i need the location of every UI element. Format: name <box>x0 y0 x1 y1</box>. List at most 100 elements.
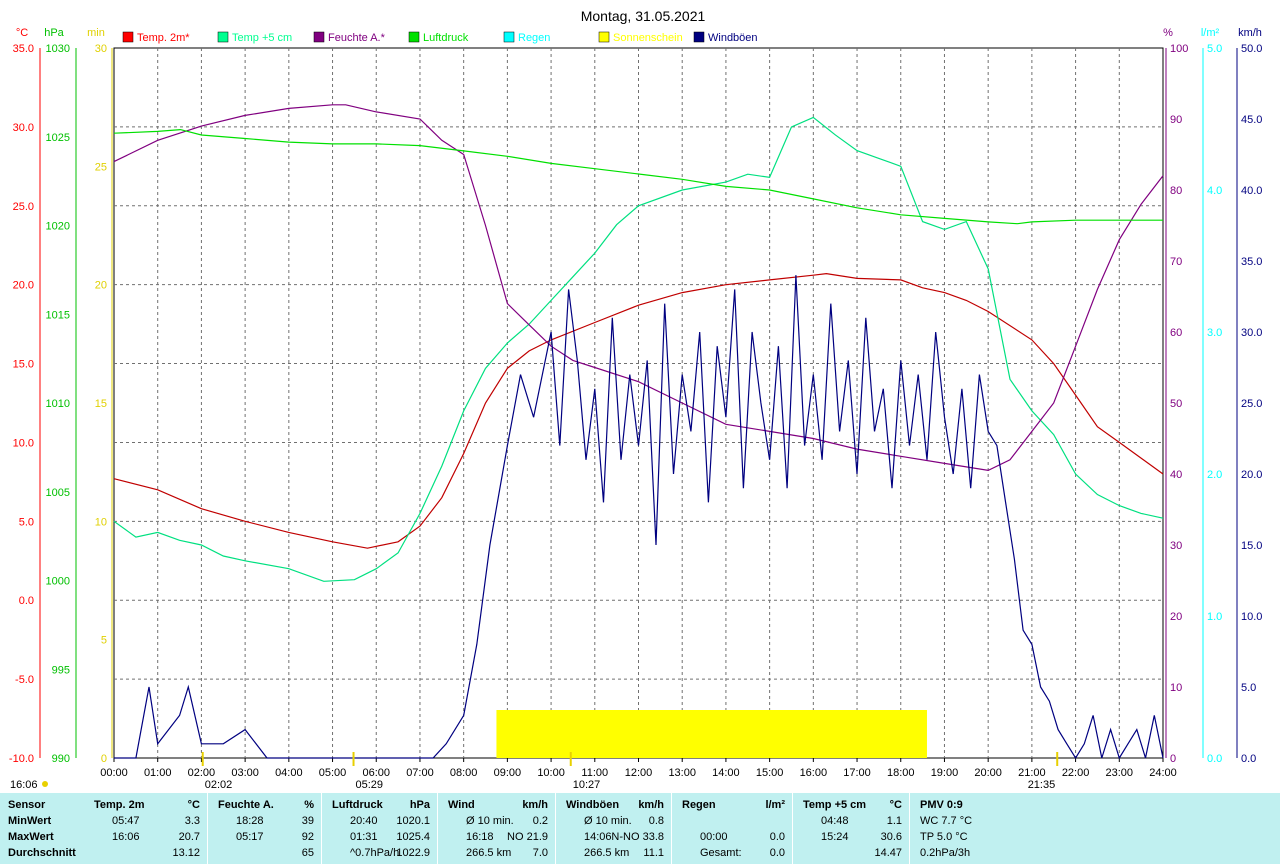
sunshine-tick-label: 15 <box>95 398 107 410</box>
humidity-tick-label: 100 <box>1170 43 1188 55</box>
stat-value: 65 <box>301 847 314 859</box>
stat-time: 00:00 <box>700 831 728 843</box>
pressure-tick-label: 1005 <box>46 487 70 499</box>
x-tick-label: 13:00 <box>668 767 696 779</box>
x-tick-label: 00:00 <box>100 767 128 779</box>
legend-label: Regen <box>518 32 550 44</box>
temp-tick-label: -10.0 <box>9 753 34 765</box>
stat-value: 13.12 <box>172 847 200 859</box>
legend-swatch <box>598 31 610 43</box>
stat-row: 13.12 <box>88 845 208 861</box>
pressure-tick-label: 1010 <box>46 398 70 410</box>
stat-time: 266.5 km <box>466 847 512 859</box>
humidity-tick-label: 30 <box>1170 540 1182 552</box>
temp-axis-unit: °C <box>16 27 28 39</box>
wind-tick-label: 20.0 <box>1241 469 1262 481</box>
rain-tick-label: 3.0 <box>1207 327 1222 339</box>
humidity-tick-label: 0 <box>1170 753 1176 765</box>
temp-tick-label: 0.0 <box>19 595 34 607</box>
temp-tick-label: -5.0 <box>15 674 34 686</box>
x-tick-label: 16:00 <box>800 767 828 779</box>
stat-unit: hPa <box>409 799 430 811</box>
stat-block: Temp. 2m °C 05:47 3.3 16:06 20.7 13.12 <box>88 793 208 864</box>
stat-value: 0.8 <box>648 815 664 827</box>
stat-time: Gesamt: <box>700 847 742 859</box>
x-tick-label: 17:00 <box>843 767 871 779</box>
sunshine-tick-label: 25 <box>95 161 107 173</box>
temp-tick-label: 20.0 <box>13 280 34 292</box>
stats-panel: Sensor MinWert MaxWert Durchschnitt Temp… <box>0 793 1280 864</box>
stat-row: ^0.7hPa/h 1022.9 <box>326 845 438 861</box>
humidity-tick-label: 70 <box>1170 256 1182 268</box>
stat-row: 00:00 0.0 <box>676 829 793 845</box>
sunshine-tick-label: 10 <box>95 516 107 528</box>
stat-row: 266.5 km 11.1 <box>560 845 672 861</box>
row-label: Durchschnitt <box>8 847 76 859</box>
x-tick-label: 09:00 <box>494 767 522 779</box>
stat-header: PMV 0:9 <box>914 797 1034 813</box>
x-tick-label: 21:00 <box>1018 767 1046 779</box>
stat-time: 04:48 <box>821 815 849 827</box>
humidity-tick-label: 50 <box>1170 398 1182 410</box>
stat-time: Ø 10 min. <box>466 815 514 827</box>
stat-name: Windböen <box>566 799 620 811</box>
legend-label: Windböen <box>708 32 758 44</box>
legend-label: Feuchte A.* <box>328 32 386 44</box>
stat-value: 11.1 <box>643 847 664 859</box>
stat-time: Ø 10 min. <box>584 815 632 827</box>
stat-row: 16:18 NO 21.9 <box>442 829 556 845</box>
stat-row: 0.2hPa/3h <box>914 845 1034 861</box>
pressure-tick-label: 995 <box>52 664 70 676</box>
stat-block: Wind km/h Ø 10 min. 0.2 16:18 NO 21.9 266.5 km… <box>442 793 556 864</box>
stat-unit: l/m² <box>765 799 785 811</box>
stat-unit: km/h <box>638 799 664 811</box>
wind-tick-label: 10.0 <box>1241 611 1262 623</box>
humidity-tick-label: 10 <box>1170 682 1182 694</box>
stat-row: 15:24 30.6 <box>797 829 910 845</box>
legend-swatch <box>313 31 325 43</box>
stat-block: Luftdruck hPa 20:40 1020.1 01:31 1025.4 ^0.7hP… <box>326 793 438 864</box>
humidity-tick-label: 20 <box>1170 611 1182 623</box>
wind-tick-label: 25.0 <box>1241 398 1262 410</box>
stat-time: 05:17 <box>236 831 264 843</box>
stat-row: WC 7.7 °C <box>914 813 1034 829</box>
pressure-tick-label: 1020 <box>46 221 70 233</box>
x-tick-label: 03:00 <box>231 767 259 779</box>
x-tick-label: 02:00 <box>188 767 216 779</box>
wind-tick-label: 35.0 <box>1241 256 1262 268</box>
rain-tick-label: 0.0 <box>1207 753 1222 765</box>
stat-unit: °C <box>889 799 902 811</box>
stat-name: Regen <box>682 799 716 811</box>
stat-separator <box>555 793 556 864</box>
stat-time: ^0.7hPa/h <box>350 847 400 859</box>
humidity-tick-label: 80 <box>1170 185 1182 197</box>
sunshine-tick-label: 0 <box>101 753 107 765</box>
stat-block: Windböen km/h Ø 10 min. 0.8 14:06 N-NO 33.8 26… <box>560 793 672 864</box>
pressure-tick-label: 1030 <box>46 43 70 55</box>
row-label: MinWert <box>8 815 52 827</box>
stat-name: Luftdruck <box>332 799 383 811</box>
x-tick-label: 15:00 <box>756 767 784 779</box>
wind-tick-label: 50.0 <box>1241 43 1262 55</box>
stat-row: Ø 10 min. 0.2 <box>442 813 556 829</box>
stat-value: 0.0 <box>769 831 785 843</box>
temp-tick-label: 35.0 <box>13 43 34 55</box>
stat-separator <box>792 793 793 864</box>
stat-header: Feuchte A.% <box>212 797 322 813</box>
stat-row: TP 5.0 °C <box>914 829 1034 845</box>
humidity-tick-label: 40 <box>1170 469 1182 481</box>
stat-unit: °C <box>187 799 200 811</box>
humidity-tick-label: 60 <box>1170 327 1182 339</box>
stat-value: 1020.1 <box>396 815 430 827</box>
stat-value: 14.47 <box>874 847 902 859</box>
stat-time: TP 5.0 °C <box>920 831 968 843</box>
stat-time: 0.2hPa/3h <box>920 847 971 859</box>
stat-row: 18:28 39 <box>212 813 322 829</box>
wind-tick-label: 5.0 <box>1241 682 1256 694</box>
stat-time: 05:47 <box>112 815 140 827</box>
x-tick-label: 18:00 <box>887 767 915 779</box>
temp-tick-label: 5.0 <box>19 516 34 528</box>
stat-name: Temp. 2m <box>94 799 145 811</box>
marker-label: 05:29 <box>356 779 384 791</box>
row-label: Sensor <box>8 799 46 811</box>
